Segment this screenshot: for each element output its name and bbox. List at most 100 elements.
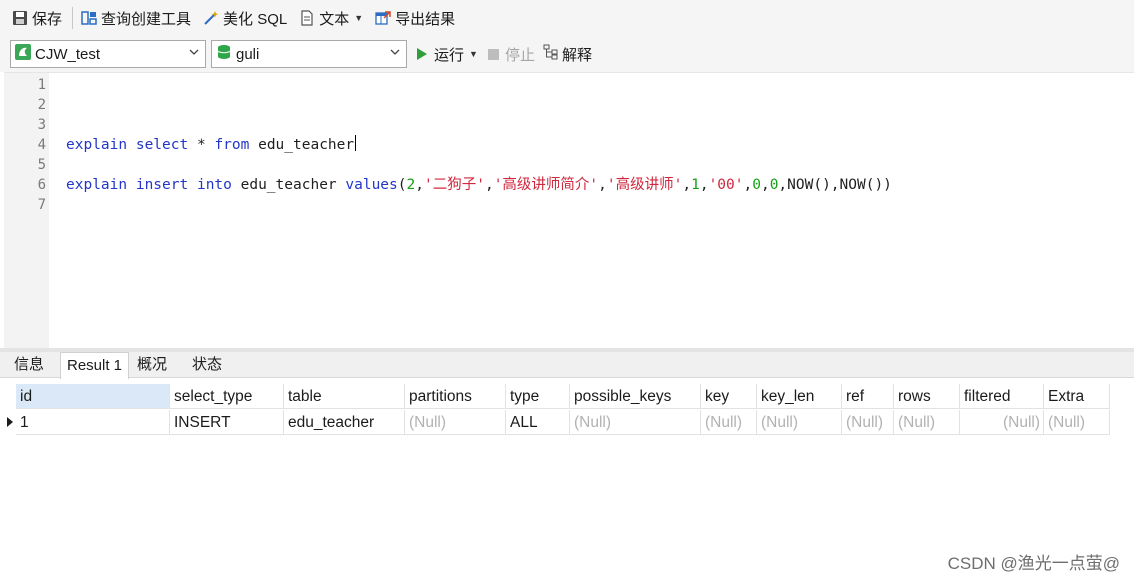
sql-token: , <box>760 177 770 193</box>
code-line-4: explain select * from edu_teacher <box>66 135 357 155</box>
column-header[interactable]: table <box>284 384 405 409</box>
cell-key[interactable]: (Null) <box>701 410 757 435</box>
save-button[interactable]: 保存 <box>8 5 66 31</box>
sql-number: 1 <box>691 177 700 193</box>
line-number: 2 <box>37 97 46 113</box>
play-icon <box>417 48 427 60</box>
tab-info[interactable]: 信息 <box>8 352 50 378</box>
cell-select-type[interactable]: INSERT <box>170 410 284 435</box>
stop-button[interactable]: 停止 <box>487 44 535 65</box>
sql-token: , <box>415 177 424 193</box>
beautify-sql-button[interactable]: 美化 SQL <box>199 5 291 31</box>
main-toolbar: 保存 查询创建工具 美化 SQL 文本 ▼ 导出结果 <box>0 0 1134 36</box>
database-value: guli <box>236 45 260 63</box>
column-header[interactable]: possible_keys <box>570 384 701 409</box>
sql-number: 2 <box>406 177 416 193</box>
sql-string: '高级讲师' <box>606 177 683 193</box>
sql-keyword: select <box>135 137 189 153</box>
query-builder-icon <box>81 10 97 26</box>
cell-table[interactable]: edu_teacher <box>284 410 405 435</box>
column-header[interactable]: Extra <box>1044 384 1110 409</box>
sql-string: '高级讲师简介' <box>493 177 599 193</box>
sql-keyword: values <box>345 177 398 193</box>
connection-toolbar: CJW_test guli 运行 ▼ 停止 解释 <box>0 36 1134 72</box>
line-number: 7 <box>37 197 46 213</box>
sql-token: NOW(),NOW()) <box>787 177 892 193</box>
query-builder-button[interactable]: 查询创建工具 <box>77 5 195 31</box>
stop-icon <box>487 48 499 60</box>
export-results-button[interactable]: 导出结果 <box>371 5 459 31</box>
explain-icon <box>543 44 559 64</box>
explain-button[interactable]: 解释 <box>543 44 592 65</box>
column-header[interactable]: select_type <box>170 384 284 409</box>
line-number: 5 <box>37 157 46 173</box>
cell-partitions[interactable]: (Null) <box>405 410 506 435</box>
cell-ref[interactable]: (Null) <box>842 410 894 435</box>
connection-icon <box>15 44 31 64</box>
toolbar-divider <box>72 7 74 29</box>
cell-filtered[interactable]: (Null) <box>960 410 1044 435</box>
sql-token: , <box>598 177 607 193</box>
column-header[interactable]: filtered <box>960 384 1044 409</box>
column-header[interactable]: partitions <box>405 384 506 409</box>
query-builder-label: 查询创建工具 <box>101 10 192 28</box>
column-header[interactable]: ref <box>842 384 894 409</box>
sql-editor[interactable]: 1 2 3 4 5 6 7 explain select * from edu_… <box>4 72 1134 349</box>
text-menu-label: 文本 <box>319 10 350 28</box>
cell-id[interactable]: 1 <box>16 410 170 435</box>
current-row-indicator-icon <box>4 410 16 435</box>
sql-token: ( <box>397 177 407 193</box>
sql-keyword: into <box>196 177 232 193</box>
sql-string: '二狗子' <box>423 177 485 193</box>
stop-label: 停止 <box>504 46 535 64</box>
watermark: CSDN @渔光一点萤@ <box>947 554 1120 573</box>
cell-possible-keys[interactable]: (Null) <box>570 410 701 435</box>
tab-result-1[interactable]: Result 1 <box>60 352 130 379</box>
database-select[interactable]: guli <box>211 40 407 68</box>
cell-type[interactable]: ALL <box>506 410 570 435</box>
sql-keyword: insert <box>135 177 189 193</box>
grid-header-row: id select_type table partitions type pos… <box>16 384 1110 409</box>
export-results-label: 导出结果 <box>395 10 456 28</box>
text-cursor <box>355 135 357 151</box>
column-header[interactable]: rows <box>894 384 960 409</box>
magic-wand-icon <box>203 10 219 26</box>
sql-token: , <box>778 177 788 193</box>
sql-token: , <box>484 177 494 193</box>
run-label: 运行 <box>434 46 465 64</box>
column-header[interactable]: type <box>506 384 570 409</box>
sql-token: * <box>188 137 215 153</box>
sql-number: 0 <box>752 177 761 193</box>
dropdown-caret-icon: ▼ <box>354 13 364 23</box>
export-icon <box>375 10 391 26</box>
cell-rows[interactable]: (Null) <box>894 410 960 435</box>
column-header[interactable]: key <box>701 384 757 409</box>
chevron-down-icon <box>189 49 199 55</box>
text-menu-button[interactable]: 文本 ▼ <box>295 5 367 31</box>
sql-token: , <box>682 177 692 193</box>
line-number-gutter: 1 2 3 4 5 6 7 <box>4 73 49 349</box>
save-label: 保存 <box>32 10 63 28</box>
sql-table-name: edu_teacher <box>249 137 355 153</box>
sql-keyword: explain <box>66 137 128 153</box>
database-icon <box>216 44 232 64</box>
tab-profile[interactable]: 概况 <box>131 352 173 378</box>
table-row[interactable]: 1 INSERT edu_teacher (Null) ALL (Null) (… <box>4 410 1110 435</box>
save-icon <box>12 10 28 26</box>
line-number: 4 <box>37 137 46 153</box>
column-header[interactable]: id <box>16 384 170 409</box>
sql-token: , <box>743 177 753 193</box>
connection-select[interactable]: CJW_test <box>10 40 206 68</box>
run-button[interactable]: 运行 ▼ <box>417 44 478 65</box>
sql-keyword: explain <box>66 177 128 193</box>
tab-status[interactable]: 状态 <box>186 352 228 378</box>
connection-value: CJW_test <box>35 45 101 63</box>
line-number: 1 <box>37 77 46 93</box>
line-number: 6 <box>37 177 46 193</box>
sql-token: , <box>699 177 709 193</box>
line-number: 3 <box>37 117 46 133</box>
dropdown-caret-icon: ▼ <box>469 49 478 59</box>
cell-extra[interactable]: (Null) <box>1044 410 1110 435</box>
column-header[interactable]: key_len <box>757 384 842 409</box>
cell-key-len[interactable]: (Null) <box>757 410 842 435</box>
